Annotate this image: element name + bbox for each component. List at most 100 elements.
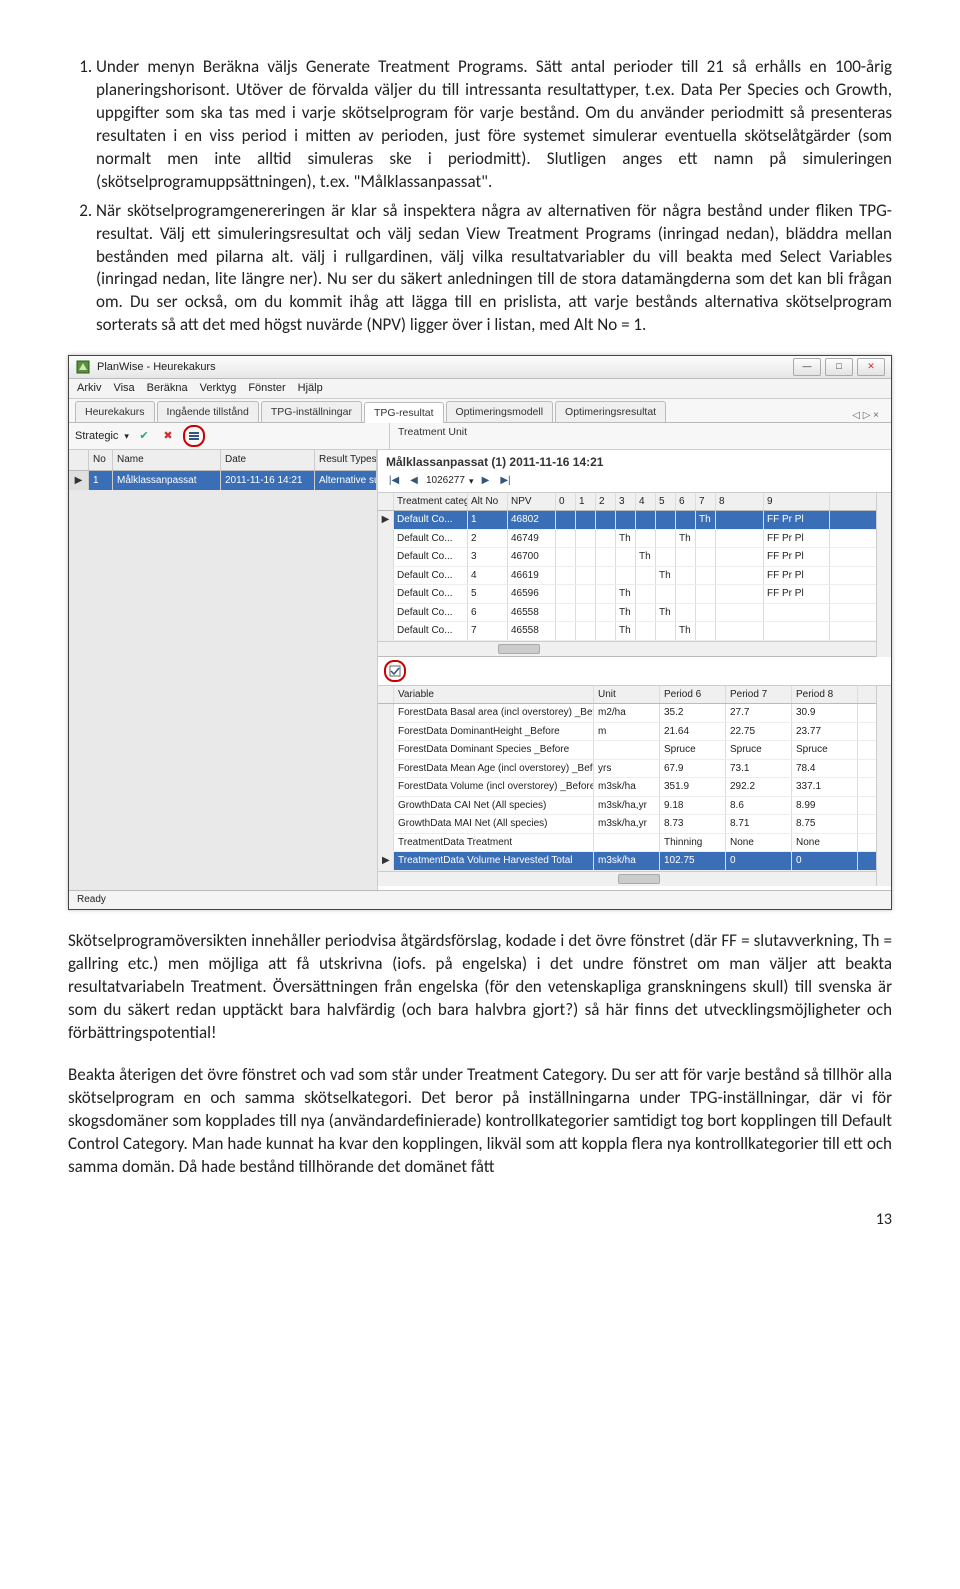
scroll-thumb[interactable] — [618, 874, 660, 884]
runs-hdr-name[interactable]: Name — [113, 450, 221, 470]
tab-optimeringsresultat[interactable]: Optimeringsresultat — [555, 401, 666, 422]
close-button[interactable]: ✕ — [857, 358, 885, 376]
topgrid-row[interactable]: Default Co...746558ThTh — [378, 622, 876, 641]
tg-hdr-p9[interactable]: 9 — [764, 493, 830, 511]
grid-cell — [636, 530, 656, 548]
grid-cell: 22.75 — [726, 723, 792, 741]
menu-fonster[interactable]: Fönster — [248, 381, 285, 396]
grid-cell: 8.99 — [792, 797, 858, 815]
nav-prev-icon[interactable]: ◀ — [406, 474, 422, 488]
tab-tpg-installningar[interactable]: TPG-inställningar — [261, 401, 362, 422]
grid-cell: Spruce — [660, 741, 726, 759]
tg-hdr-p6[interactable]: 6 — [676, 493, 696, 511]
bg-hdr-unit[interactable]: Unit — [594, 686, 660, 704]
bg-hdr-p6[interactable]: Period 6 — [660, 686, 726, 704]
grid-cell: 4 — [468, 567, 508, 585]
tg-hdr-p4[interactable]: 4 — [636, 493, 656, 511]
grid-cell — [556, 511, 576, 529]
botgrid-hscroll[interactable] — [378, 871, 876, 886]
tg-hdr-category[interactable]: Treatment category — [394, 493, 468, 511]
variables-grid: Variable Unit Period 6 Period 7 Period 8… — [378, 686, 876, 886]
nav-record-id[interactable]: 1026277 — [426, 474, 465, 488]
botgrid-row[interactable]: ForestData DominantHeight _Beforem21.642… — [378, 723, 876, 742]
bg-hdr-p8[interactable]: Period 8 — [792, 686, 858, 704]
tg-hdr-altno[interactable]: Alt No — [468, 493, 508, 511]
grid-cell — [594, 741, 660, 759]
botgrid-row[interactable]: ForestData Volume (incl overstorey) _Bef… — [378, 778, 876, 797]
tab-tpg-resultat[interactable]: TPG-resultat — [364, 402, 444, 423]
grid-cell: Default Co... — [394, 622, 468, 640]
tab-ingaende[interactable]: Ingående tillstånd — [157, 401, 259, 422]
tg-hdr-p5[interactable]: 5 — [656, 493, 676, 511]
tg-hdr-p8[interactable]: 8 — [716, 493, 764, 511]
nav-next-icon[interactable]: ▶ — [477, 474, 493, 488]
nav-first-icon[interactable]: |◀ — [386, 474, 402, 488]
nav-dropdown-icon[interactable]: ▾ — [469, 475, 474, 487]
grid-cell: Default Co... — [394, 511, 468, 529]
grid-cell — [556, 604, 576, 622]
minimize-button[interactable]: — — [793, 358, 821, 376]
tab-heurekakurs[interactable]: Heurekakurs — [75, 401, 155, 422]
runs-hdr-types[interactable]: Result Types — [315, 450, 377, 470]
runs-hdr-no[interactable]: No — [89, 450, 113, 470]
tg-hdr-p7[interactable]: 7 — [696, 493, 716, 511]
topgrid-row[interactable]: Default Co...346700ThFF Pr Pl — [378, 548, 876, 567]
tab-optimeringsmodell[interactable]: Optimeringsmodell — [446, 401, 554, 422]
nav-last-icon[interactable]: ▶| — [497, 474, 513, 488]
toolbar-scope-label[interactable]: Strategic — [75, 429, 118, 444]
botgrid-row[interactable]: GrowthData CAI Net (All species)m3sk/ha,… — [378, 797, 876, 816]
botgrid-row[interactable]: ForestData Mean Age (incl overstorey) _B… — [378, 760, 876, 779]
grid-cell — [576, 511, 596, 529]
grid-cell: Th — [656, 567, 676, 585]
grid-cell — [656, 511, 676, 529]
topgrid-row[interactable]: Default Co...646558ThTh — [378, 604, 876, 623]
tabstrip-nav[interactable]: ◁ ▷ × — [852, 409, 885, 423]
grid-cell — [676, 548, 696, 566]
tg-hdr-p2[interactable]: 2 — [596, 493, 616, 511]
grid-cell — [696, 585, 716, 603]
view-treatment-programs-icon[interactable] — [183, 425, 205, 447]
topgrid-row[interactable]: Default Co...246749ThThFF Pr Pl — [378, 530, 876, 549]
topgrid-vscroll[interactable] — [876, 493, 891, 657]
select-variables-icon[interactable] — [384, 660, 406, 682]
grid-cell — [576, 567, 596, 585]
grid-cell — [616, 511, 636, 529]
menu-arkiv[interactable]: Arkiv — [77, 381, 101, 396]
grid-cell — [576, 530, 596, 548]
botgrid-row[interactable]: ForestData Basal area (incl overstorey) … — [378, 704, 876, 723]
maximize-button[interactable]: □ — [825, 358, 853, 376]
topgrid-row[interactable]: Default Co...546596ThFF Pr Pl — [378, 585, 876, 604]
bg-hdr-p7[interactable]: Period 7 — [726, 686, 792, 704]
runs-hdr-date[interactable]: Date — [221, 450, 315, 470]
botgrid-row[interactable]: ForestData Dominant Species _BeforeSpruc… — [378, 741, 876, 760]
tg-hdr-p1[interactable]: 1 — [576, 493, 596, 511]
runs-row-name: Målklassanpassat — [113, 471, 221, 491]
menu-berakna[interactable]: Beräkna — [147, 381, 188, 396]
grid-cell — [716, 567, 764, 585]
toolbar-scope-dropdown-icon[interactable]: ▾ — [124, 430, 129, 442]
topgrid-row[interactable]: ▶Default Co...146802ThFF Pr Pl — [378, 511, 876, 530]
menu-visa[interactable]: Visa — [113, 381, 134, 396]
tg-hdr-npv[interactable]: NPV — [508, 493, 556, 511]
grid-cell: Default Co... — [394, 530, 468, 548]
tg-hdr-p0[interactable]: 0 — [556, 493, 576, 511]
botgrid-row[interactable]: ▶TreatmentData Volume Harvested Totalm3s… — [378, 852, 876, 871]
bg-hdr-variable[interactable]: Variable — [394, 686, 594, 704]
topgrid-hscroll[interactable] — [378, 641, 876, 656]
menu-hjalp[interactable]: Hjälp — [298, 381, 323, 396]
delete-icon[interactable]: ✖ — [159, 427, 177, 445]
menu-verktyg[interactable]: Verktyg — [200, 381, 237, 396]
grid-cell — [696, 548, 716, 566]
scroll-thumb[interactable] — [498, 644, 540, 654]
accept-icon[interactable]: ✔ — [135, 427, 153, 445]
botgrid-vscroll[interactable] — [876, 686, 891, 886]
grid-cell: FF Pr Pl — [764, 511, 830, 529]
grid-cell: Th — [696, 511, 716, 529]
grid-cell — [378, 760, 394, 778]
grid-cell: 73.1 — [726, 760, 792, 778]
botgrid-row[interactable]: GrowthData MAI Net (All species)m3sk/ha,… — [378, 815, 876, 834]
tg-hdr-p3[interactable]: 3 — [616, 493, 636, 511]
topgrid-row[interactable]: Default Co...446619ThFF Pr Pl — [378, 567, 876, 586]
botgrid-row[interactable]: TreatmentData TreatmentThinningNoneNone — [378, 834, 876, 853]
runs-row[interactable]: ▶ 1 Målklassanpassat 2011-11-16 14:21 Al… — [69, 471, 377, 491]
